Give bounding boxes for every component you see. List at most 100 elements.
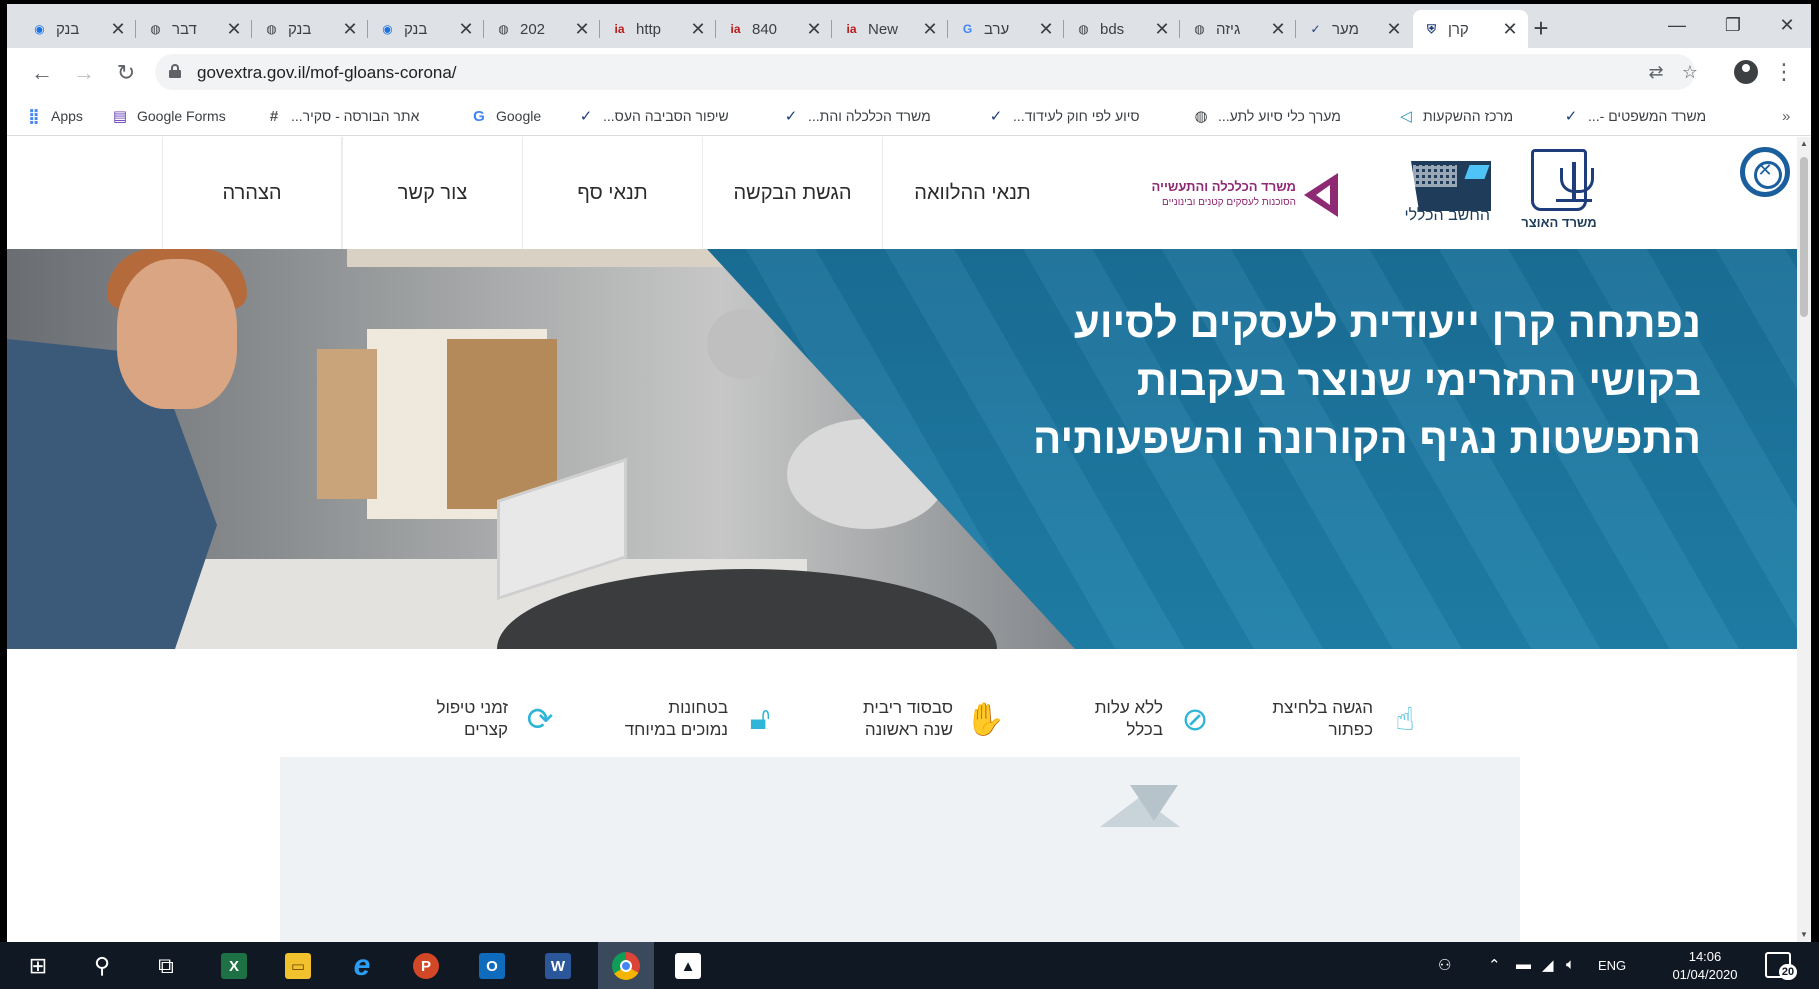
site-header: הצהרה צור קשר תנאי סף הגשת הבקשה תנאי הה…: [7, 137, 1797, 249]
chrome-globe-icon: ◉: [382, 22, 393, 36]
economy-ministry-logo[interactable]: משרד הכלכלה והתעשייה הסוכנות לעסקים קטני…: [1112, 165, 1342, 221]
tab-close-icon[interactable]: ✕: [574, 19, 590, 40]
show-hidden-icons-chevron-icon[interactable]: ⌃: [1488, 956, 1501, 974]
bookmark-google-forms[interactable]: ▤ Google Forms: [111, 104, 226, 128]
new-tab-button[interactable]: +: [1527, 14, 1555, 42]
scrollbar-thumb[interactable]: [1800, 157, 1808, 317]
page-scrollbar[interactable]: ▲ ▼: [1797, 137, 1811, 942]
nav-submit-request[interactable]: הגשת הבקשה: [702, 137, 882, 249]
more-bookmarks-icon[interactable]: »: [1782, 108, 1790, 125]
menorah-emblem-icon: [1531, 149, 1594, 211]
windows-start-icon[interactable]: ⊞: [22, 950, 54, 982]
nav-eligibility[interactable]: תנאי סף: [522, 137, 702, 249]
back-arrow-icon[interactable]: ←: [27, 58, 57, 88]
internet-explorer-icon[interactable]: e: [346, 949, 378, 982]
browser-tab-active[interactable]: ⛨ קרן ✕: [1413, 10, 1528, 48]
reload-icon[interactable]: ↻: [111, 58, 141, 88]
excel-icon[interactable]: X: [218, 950, 250, 982]
language-indicator[interactable]: ENG: [1598, 958, 1626, 973]
google-icon: G: [962, 22, 973, 36]
browser-tab[interactable]: ✓ מער ✕: [1297, 10, 1412, 48]
globe-icon: ◍: [150, 22, 161, 36]
star-bookmark-icon[interactable]: ☆: [1679, 61, 1701, 83]
accessibility-icon[interactable]: [1740, 147, 1790, 197]
close-window-button[interactable]: ✕: [1767, 12, 1807, 38]
treasury-logo[interactable]: משרד האוצר: [1519, 149, 1599, 239]
tab-close-icon[interactable]: ✕: [922, 19, 938, 40]
nav-loan-terms[interactable]: תנאי ההלוואה: [882, 137, 1062, 249]
clock[interactable]: 14:06 01/04/2020: [1670, 948, 1740, 984]
checkmark-icon: ✓: [989, 108, 1003, 125]
tab-close-icon[interactable]: ✕: [690, 19, 706, 40]
interest-subsidy-icon: ✋: [965, 701, 1005, 737]
tab-close-icon[interactable]: ✕: [1502, 19, 1518, 40]
scroll-down-arrow-icon[interactable]: ▼: [1797, 928, 1811, 942]
tab-close-icon[interactable]: ✕: [226, 19, 242, 40]
wifi-icon[interactable]: ◢: [1542, 956, 1554, 974]
tab-close-icon[interactable]: ✕: [458, 19, 474, 40]
nav-declaration[interactable]: הצהרה: [162, 137, 342, 249]
browser-tab[interactable]: ◍ בנק ✕: [253, 10, 368, 48]
people-icon[interactable]: ⚇: [1438, 956, 1451, 974]
browser-toolbar: ← → ↻ govextra.gov.il/mof-gloans-corona/…: [7, 48, 1811, 96]
address-bar[interactable]: govextra.gov.il/mof-gloans-corona/ ⇄ ☆: [155, 54, 1698, 90]
accountant-general-logo[interactable]: החשב הכללי: [1375, 159, 1500, 229]
bookmark-tase[interactable]: # אתר הבורסה - סקיר...: [265, 104, 420, 128]
info-banner: [280, 757, 1520, 942]
task-view-icon[interactable]: ⧉: [150, 950, 182, 982]
forward-arrow-icon[interactable]: →: [69, 58, 99, 88]
browser-tab[interactable]: ◉ בנק ✕: [369, 10, 484, 48]
globe-icon: ◍: [1078, 22, 1089, 36]
photos-icon[interactable]: ▲: [672, 950, 704, 982]
bookmark-economy-ministry[interactable]: ✓ משרד הכלכלה והת...: [782, 104, 931, 128]
globe-icon: ◍: [498, 22, 509, 36]
tab-close-icon[interactable]: ✕: [110, 19, 126, 40]
file-explorer-icon[interactable]: ▭: [282, 950, 314, 982]
browser-tab[interactable]: ◍ גיזה ✕: [1181, 10, 1296, 48]
tab-close-icon[interactable]: ✕: [806, 19, 822, 40]
bookmark-assistance-law[interactable]: ✓ סיוע לפי חוק לעידוד...: [987, 104, 1140, 128]
news-logo-icon: ia: [730, 22, 741, 36]
nav-contact[interactable]: צור קשר: [342, 137, 522, 249]
bookmark-apps[interactable]: ⣿ Apps: [25, 104, 83, 128]
tab-close-icon[interactable]: ✕: [1386, 19, 1402, 40]
bookmark-investment-center[interactable]: ◁ מרכז ההשקעות: [1397, 104, 1513, 128]
notifications-icon[interactable]: 20: [1765, 952, 1797, 980]
tab-close-icon[interactable]: ✕: [342, 19, 358, 40]
profile-avatar-icon[interactable]: [1734, 60, 1758, 84]
tab-close-icon[interactable]: ✕: [1038, 19, 1054, 40]
browser-tab[interactable]: ia 840 ✕: [717, 10, 832, 48]
feature-item: ✋ סבסוד ריבית שנה ראשונה: [863, 691, 1007, 747]
news-logo-icon: ia: [614, 22, 625, 36]
url-text[interactable]: govextra.gov.il/mof-gloans-corona/: [197, 63, 457, 83]
browser-tab[interactable]: ◉ בנק ✕: [21, 10, 136, 48]
more-menu-icon[interactable]: ⋮: [1773, 58, 1795, 86]
translate-icon[interactable]: ⇄: [1645, 61, 1667, 83]
minimize-button[interactable]: —: [1657, 12, 1697, 38]
outlook-icon[interactable]: O: [476, 950, 508, 982]
tab-close-icon[interactable]: ✕: [1270, 19, 1286, 40]
no-cost-icon: ⊘: [1181, 701, 1209, 737]
bookmark-google[interactable]: G Google: [470, 104, 541, 128]
search-icon[interactable]: ⚲: [86, 950, 118, 982]
chrome-icon[interactable]: [598, 942, 654, 989]
restore-button[interactable]: ❐: [1713, 12, 1753, 38]
battery-icon[interactable]: ▬: [1516, 956, 1531, 973]
powerpoint-icon[interactable]: P: [410, 950, 442, 982]
browser-tab[interactable]: ia http ✕: [601, 10, 716, 48]
word-icon[interactable]: W: [542, 950, 574, 982]
browser-tab[interactable]: ◍ דבר ✕: [137, 10, 252, 48]
bookmark-justice-ministry[interactable]: ✓ משרד המשפטים -...: [1562, 104, 1706, 128]
checkmark-icon: ✓: [579, 108, 593, 125]
browser-tab[interactable]: ◍ bds ✕: [1065, 10, 1180, 48]
browser-tab[interactable]: ◍ 202 ✕: [485, 10, 600, 48]
bookmark-assistance-tools[interactable]: ◍ מערך כלי סיוע לתע...: [1192, 104, 1340, 128]
tab-close-icon[interactable]: ✕: [1154, 19, 1170, 40]
checkmark-icon: ✓: [1564, 108, 1578, 125]
browser-tab[interactable]: G ערב ✕: [949, 10, 1064, 48]
scroll-up-arrow-icon[interactable]: ▲: [1797, 137, 1811, 151]
globe-icon: ◍: [1194, 108, 1208, 125]
browser-tab[interactable]: ia New ✕: [833, 10, 948, 48]
volume-icon[interactable]: 🔈︎: [1566, 956, 1575, 973]
bookmark-business-env[interactable]: ✓ שיפור הסביבה העס...: [577, 104, 729, 128]
